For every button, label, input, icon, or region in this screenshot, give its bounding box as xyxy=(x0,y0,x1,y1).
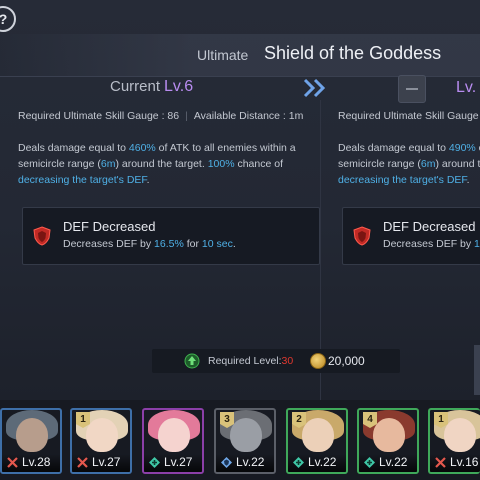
character-level: Lv.22 xyxy=(379,455,408,469)
next-requirements: Required Ultimate Skill Gauge xyxy=(338,110,479,122)
upgrade-button-edge[interactable] xyxy=(474,345,480,395)
current-level-header: Current Lv.6 xyxy=(110,78,193,100)
effect-text: Decreases DEF by xyxy=(63,238,155,250)
portrait-info: Lv.22 xyxy=(216,454,274,472)
character-portrait[interactable]: 2 Lv.22 xyxy=(286,408,348,474)
def-down-shield-icon xyxy=(353,226,371,246)
effect-text: for xyxy=(183,238,202,250)
portrait-face xyxy=(302,418,334,452)
character-level: Lv.22 xyxy=(236,455,265,469)
portrait-info: Lv.27 xyxy=(72,454,130,472)
character-level: Lv.16 xyxy=(450,455,479,469)
current-available-distance: Available Distance : 1m xyxy=(193,110,304,122)
desc-text: semicircle range ( xyxy=(18,158,101,170)
heal-icon xyxy=(149,457,160,468)
upgrade-cost-bar: Required Level:30 20,000 xyxy=(152,349,400,373)
character-level: Lv.28 xyxy=(22,455,51,469)
current-skill-description: Deals damage equal to 460% of ATK to all… xyxy=(18,140,296,188)
current-required-gauge: Required Ultimate Skill Gauge : 86 xyxy=(18,110,180,122)
desc-text: chance of xyxy=(234,158,283,170)
gold-cost: 20,000 xyxy=(328,354,365,368)
effect-text: Decreases DEF by xyxy=(383,238,475,250)
effect-text: . xyxy=(232,238,236,250)
desc-text: . xyxy=(146,174,150,186)
chance-value: 100% xyxy=(207,158,235,170)
desc-text: of ATK to all enemies within a xyxy=(155,142,296,154)
portrait-face xyxy=(373,418,405,452)
desc-text: . xyxy=(466,174,470,186)
current-effect-box: DEF Decreased Decreases DEF by 16.5% for… xyxy=(22,207,320,265)
next-effect-box: DEF Decreased Decreases DEF by 18 xyxy=(342,207,480,265)
current-level-value: Lv.6 xyxy=(164,78,194,95)
level-up-icon xyxy=(184,353,200,369)
separator: | xyxy=(185,110,188,122)
range-value: 6m xyxy=(100,158,116,170)
portrait-info: Lv.27 xyxy=(144,454,202,472)
next-range-value: 6m xyxy=(420,158,436,170)
desc-text: Deals damage equal to xyxy=(338,142,449,154)
required-level-value: 30 xyxy=(281,355,294,367)
def-decrease-value: 16.5% xyxy=(154,238,184,250)
effect-duration: 10 sec xyxy=(201,238,233,250)
portrait-face xyxy=(16,418,48,452)
skill-name: Shield of the Goddess xyxy=(264,43,442,63)
shield-icon xyxy=(221,457,232,468)
portrait-info: Lv.22 xyxy=(288,454,346,472)
portrait-face xyxy=(86,418,118,452)
current-label: Current xyxy=(110,78,161,95)
swords-icon xyxy=(435,457,446,468)
heal-icon xyxy=(293,457,304,468)
character-portrait[interactable]: Lv.27 xyxy=(142,408,204,474)
next-def-decrease-value: 18 xyxy=(474,238,480,250)
portrait-info: Lv.28 xyxy=(2,454,60,472)
portrait-face xyxy=(158,418,190,452)
current-requirements: Required Ultimate Skill Gauge : 86 | Avail… xyxy=(18,110,303,122)
level-decrease-button[interactable] xyxy=(398,75,426,103)
character-portrait[interactable]: 1 Lv.16 xyxy=(428,408,480,474)
character-portrait-strip: Lv.28 1 Lv.27 Lv.27 3 Lv.22 2 Lv.22 4 Lv… xyxy=(0,400,480,480)
heal-icon xyxy=(364,457,375,468)
damage-percent: 460% xyxy=(128,142,156,154)
def-down-shield-icon xyxy=(33,226,51,246)
swords-icon xyxy=(7,457,18,468)
character-portrait[interactable]: 1 Lv.27 xyxy=(70,408,132,474)
portrait-face xyxy=(230,418,262,452)
double-chevron-right-icon xyxy=(303,78,326,98)
portrait-face xyxy=(444,418,476,452)
effect-link[interactable]: decreasing the target's DEF xyxy=(18,174,147,186)
required-level-label: Required Level: xyxy=(208,355,282,367)
character-level: Lv.22 xyxy=(308,455,337,469)
next-effect-title: DEF Decreased xyxy=(383,219,476,234)
effect-title: DEF Decreased xyxy=(63,219,156,234)
swords-icon xyxy=(77,457,88,468)
desc-text: o xyxy=(476,142,480,154)
desc-text: ) around t xyxy=(435,158,480,170)
character-level: Lv.27 xyxy=(92,455,121,469)
character-level: Lv.27 xyxy=(164,455,193,469)
gold-coin-icon xyxy=(310,353,326,369)
next-effect-description: Decreases DEF by 18 xyxy=(383,238,480,250)
desc-text: Deals damage equal to xyxy=(18,142,129,154)
character-portrait[interactable]: Lv.28 xyxy=(0,408,62,474)
character-portrait[interactable]: 3 Lv.22 xyxy=(214,408,276,474)
character-portrait[interactable]: 4 Lv.22 xyxy=(357,408,419,474)
desc-text: ) around the target. xyxy=(115,158,208,170)
next-effect-link[interactable]: decreasing the target's DEF xyxy=(338,174,467,186)
next-damage-percent: 490% xyxy=(448,142,476,154)
next-required-gauge: Required Ultimate Skill Gauge xyxy=(338,110,479,122)
next-skill-description: Deals damage equal to 490% o semicircle … xyxy=(338,140,480,188)
desc-text: semicircle range ( xyxy=(338,158,421,170)
portrait-info: Lv.22 xyxy=(359,454,417,472)
effect-description: Decreases DEF by 16.5% for 10 sec. xyxy=(63,238,236,250)
next-level-value: Lv. xyxy=(456,79,477,96)
skill-type-label: Ultimate xyxy=(197,47,249,63)
required-level: Required Level:30 xyxy=(208,355,293,367)
portrait-info: Lv.16 xyxy=(430,454,480,472)
skill-title-bar: Ultimate Shield of the Goddess xyxy=(0,34,480,77)
